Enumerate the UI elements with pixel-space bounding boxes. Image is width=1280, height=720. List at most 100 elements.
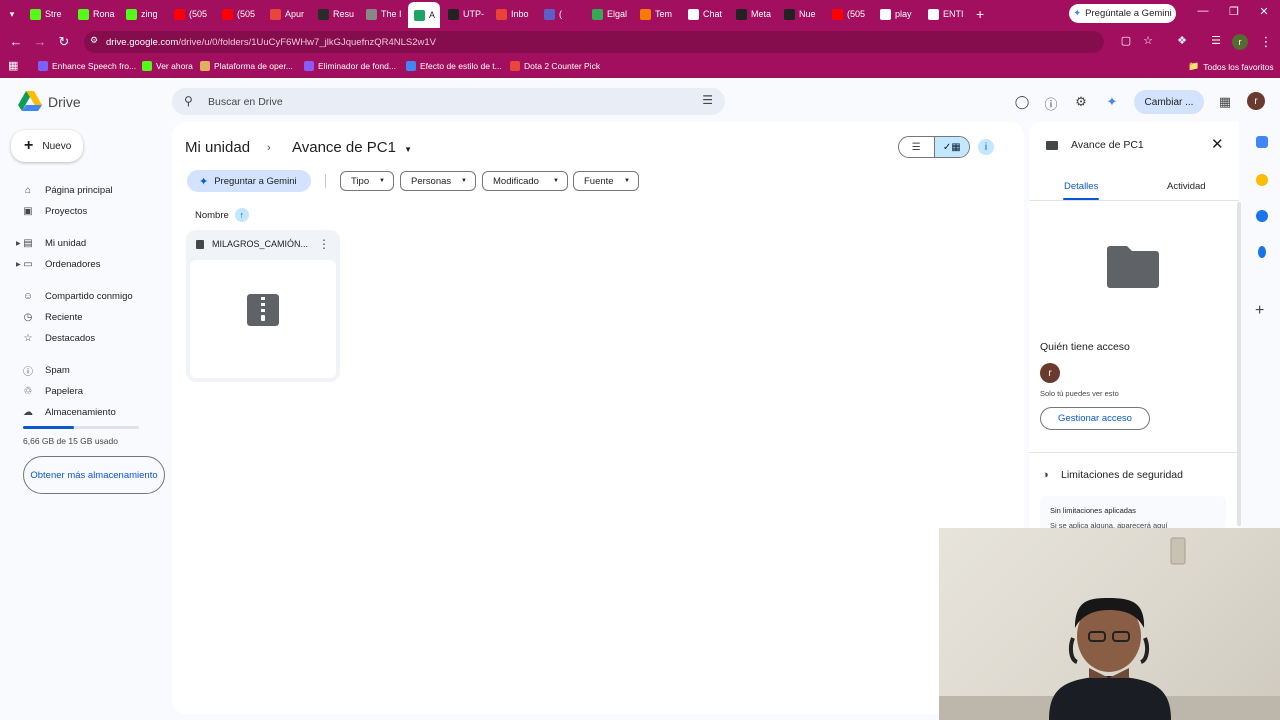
browser-tab[interactable]: Stre (24, 3, 70, 25)
tab-details[interactable]: Detalles (1064, 181, 1098, 192)
sort-control[interactable]: Nombre ↑ (195, 208, 249, 222)
sidebar-item-cloud[interactable]: ☁ Almacenamiento (22, 403, 116, 421)
filter-chip-modificado[interactable]: Modificado ▼ (482, 171, 568, 191)
gemini-icon[interactable]: ✦ (1104, 94, 1120, 110)
browser-tab[interactable]: Tem (634, 3, 680, 25)
help-icon[interactable]: ⓘ (1043, 94, 1059, 113)
owner-avatar[interactable]: r (1040, 363, 1060, 383)
browser-tab[interactable]: ( (538, 3, 584, 25)
panel-scrollbar[interactable] (1237, 202, 1241, 526)
sidebar-item-trash[interactable]: ♲ Papelera (22, 382, 84, 400)
sidebar-item-my-drive[interactable]: ▶ ▤ Mi unidad (16, 234, 86, 252)
forward-icon[interactable]: → (32, 34, 48, 49)
sidebar-item-star[interactable]: ☆ Destacados (22, 329, 96, 347)
browser-tab[interactable]: A✕ (408, 2, 440, 28)
expand-caret-icon[interactable]: ▶ (16, 261, 21, 268)
switch-account-button[interactable]: Cambiar ... (1134, 90, 1204, 114)
new-button[interactable]: + Nuevo (11, 130, 83, 162)
file-thumbnail[interactable] (190, 260, 336, 378)
ask-gemini-button[interactable]: ✦ Preguntar a Gemini (187, 170, 311, 192)
search-input[interactable]: Buscar en Drive (208, 96, 283, 108)
extensions-icon[interactable]: ❖ (1174, 34, 1190, 47)
sidebar-item-clock[interactable]: ◷ Reciente (22, 308, 83, 326)
apps-grid-icon[interactable]: ▦ (8, 59, 18, 72)
more-actions-icon[interactable]: ⋮ (318, 237, 330, 251)
sidebar-item-projects[interactable]: ▣ Proyectos (22, 202, 87, 220)
browser-tab[interactable]: Meta (730, 3, 776, 25)
browser-tab[interactable]: Apur (264, 3, 310, 25)
browser-tab[interactable]: Resu (312, 3, 358, 25)
browser-tab[interactable]: zing (120, 3, 166, 25)
browser-tab[interactable]: ENTI (922, 3, 968, 25)
account-avatar[interactable]: r (1247, 92, 1265, 110)
profile-avatar[interactable]: r (1232, 34, 1248, 50)
grid-view-icon[interactable]: ✓▦ (933, 137, 969, 157)
app-name[interactable]: Drive (48, 94, 81, 110)
file-card[interactable]: MILAGROS_CAMIÓN... ⋮ (186, 230, 340, 382)
expand-caret-icon[interactable]: ▶ (16, 240, 21, 247)
details-info-icon[interactable]: i (978, 139, 994, 155)
close-window-icon[interactable]: ✕ (1256, 5, 1272, 18)
search-options-icon[interactable]: ☰ (702, 93, 713, 107)
browser-tab[interactable]: (505 (168, 3, 214, 25)
tasks-icon[interactable] (1256, 210, 1268, 222)
install-app-icon[interactable]: ▢ (1118, 34, 1134, 47)
calendar-icon[interactable] (1256, 136, 1268, 148)
browser-tab[interactable]: play (874, 3, 920, 25)
list-view-icon[interactable]: ☰ (899, 137, 934, 157)
menu-kebab-icon[interactable]: ⋮ (1258, 34, 1274, 50)
browser-tab[interactable]: Inbo (490, 3, 536, 25)
tab-activity[interactable]: Actividad (1167, 181, 1206, 192)
contacts-icon[interactable] (1258, 246, 1266, 258)
manage-access-button[interactable]: Gestionar acceso (1040, 407, 1150, 430)
bookmark-item[interactable]: Plataforma de oper... (200, 61, 293, 71)
breadcrumb-current[interactable]: Avance de PC1 ▼ (292, 139, 412, 156)
google-apps-icon[interactable]: ▦ (1217, 94, 1233, 110)
browser-tab[interactable]: Elgal (586, 3, 632, 25)
media-icon[interactable]: ☰ (1208, 34, 1224, 47)
restore-icon[interactable]: ❐ (1226, 5, 1242, 18)
get-more-storage-button[interactable]: Obtener más almacenamiento (23, 456, 165, 494)
drive-logo-icon[interactable] (18, 91, 42, 111)
tab-favicon-icon (880, 8, 891, 20)
search-icon[interactable]: ⚲ (184, 94, 193, 108)
keep-icon[interactable] (1256, 174, 1268, 186)
close-icon[interactable]: ✕ (1211, 135, 1224, 153)
filter-chip-tipo[interactable]: Tipo ▼ (340, 171, 394, 191)
filter-chip-personas[interactable]: Personas ▼ (400, 171, 476, 191)
settings-gear-icon[interactable]: ⚙ (1073, 94, 1089, 110)
add-addon-icon[interactable]: + (1255, 302, 1264, 320)
offline-ready-icon[interactable]: ◯ (1014, 94, 1030, 110)
site-info-icon[interactable]: ⚙ (90, 35, 98, 46)
breadcrumb-root[interactable]: Mi unidad (185, 139, 250, 156)
browser-tab[interactable]: (505 (826, 3, 872, 25)
new-tab-icon[interactable]: + (976, 6, 984, 22)
url-field[interactable]: ⚙ drive.google.com/drive/u/0/folders/1Uu… (84, 31, 1104, 53)
search-bar[interactable]: ⚲ Buscar en Drive ☰ (172, 88, 725, 115)
sidebar-item-computers[interactable]: ▶ ▭ Ordenadores (16, 255, 100, 273)
sidebar-item-spam[interactable]: ⓘ Spam (22, 361, 70, 379)
browser-tab[interactable]: UTP- (442, 3, 488, 25)
back-icon[interactable]: ← (8, 34, 24, 49)
reload-icon[interactable]: ↻ (56, 34, 72, 50)
bookmark-item[interactable]: Dota 2 Counter Pick (510, 61, 600, 71)
sort-arrow-up-icon[interactable]: ↑ (234, 208, 249, 222)
bookmark-item[interactable]: Efecto de estilo de t... (406, 61, 502, 71)
bookmark-star-icon[interactable]: ☆ (1140, 34, 1156, 47)
close-tab-icon[interactable]: ✕ (439, 11, 440, 19)
bookmark-item[interactable]: Enhance Speech fro... (38, 61, 136, 71)
bookmark-item[interactable]: Ver ahora (142, 61, 193, 71)
browser-tab[interactable]: Chat (682, 3, 728, 25)
browser-tab[interactable]: (505 (216, 3, 262, 25)
sidebar-item-home[interactable]: ⌂ Página principal (22, 181, 113, 199)
tab-search-icon[interactable]: ▾ (0, 9, 24, 20)
ask-gemini-browser-button[interactable]: ✦ Pregúntale a Gemini (1069, 4, 1176, 23)
browser-tab[interactable]: The I (360, 3, 406, 25)
browser-tab[interactable]: Rona (72, 3, 118, 25)
minimize-icon[interactable]: — (1195, 5, 1211, 17)
sidebar-item-shared[interactable]: ☺ Compartido conmigo (22, 287, 133, 305)
browser-tab[interactable]: Nue (778, 3, 824, 25)
bookmark-item[interactable]: Eliminador de fond... (304, 61, 396, 71)
filter-chip-fuente[interactable]: Fuente ▼ (573, 171, 639, 191)
all-bookmarks[interactable]: 📁 Todos los favoritos (1188, 61, 1274, 72)
